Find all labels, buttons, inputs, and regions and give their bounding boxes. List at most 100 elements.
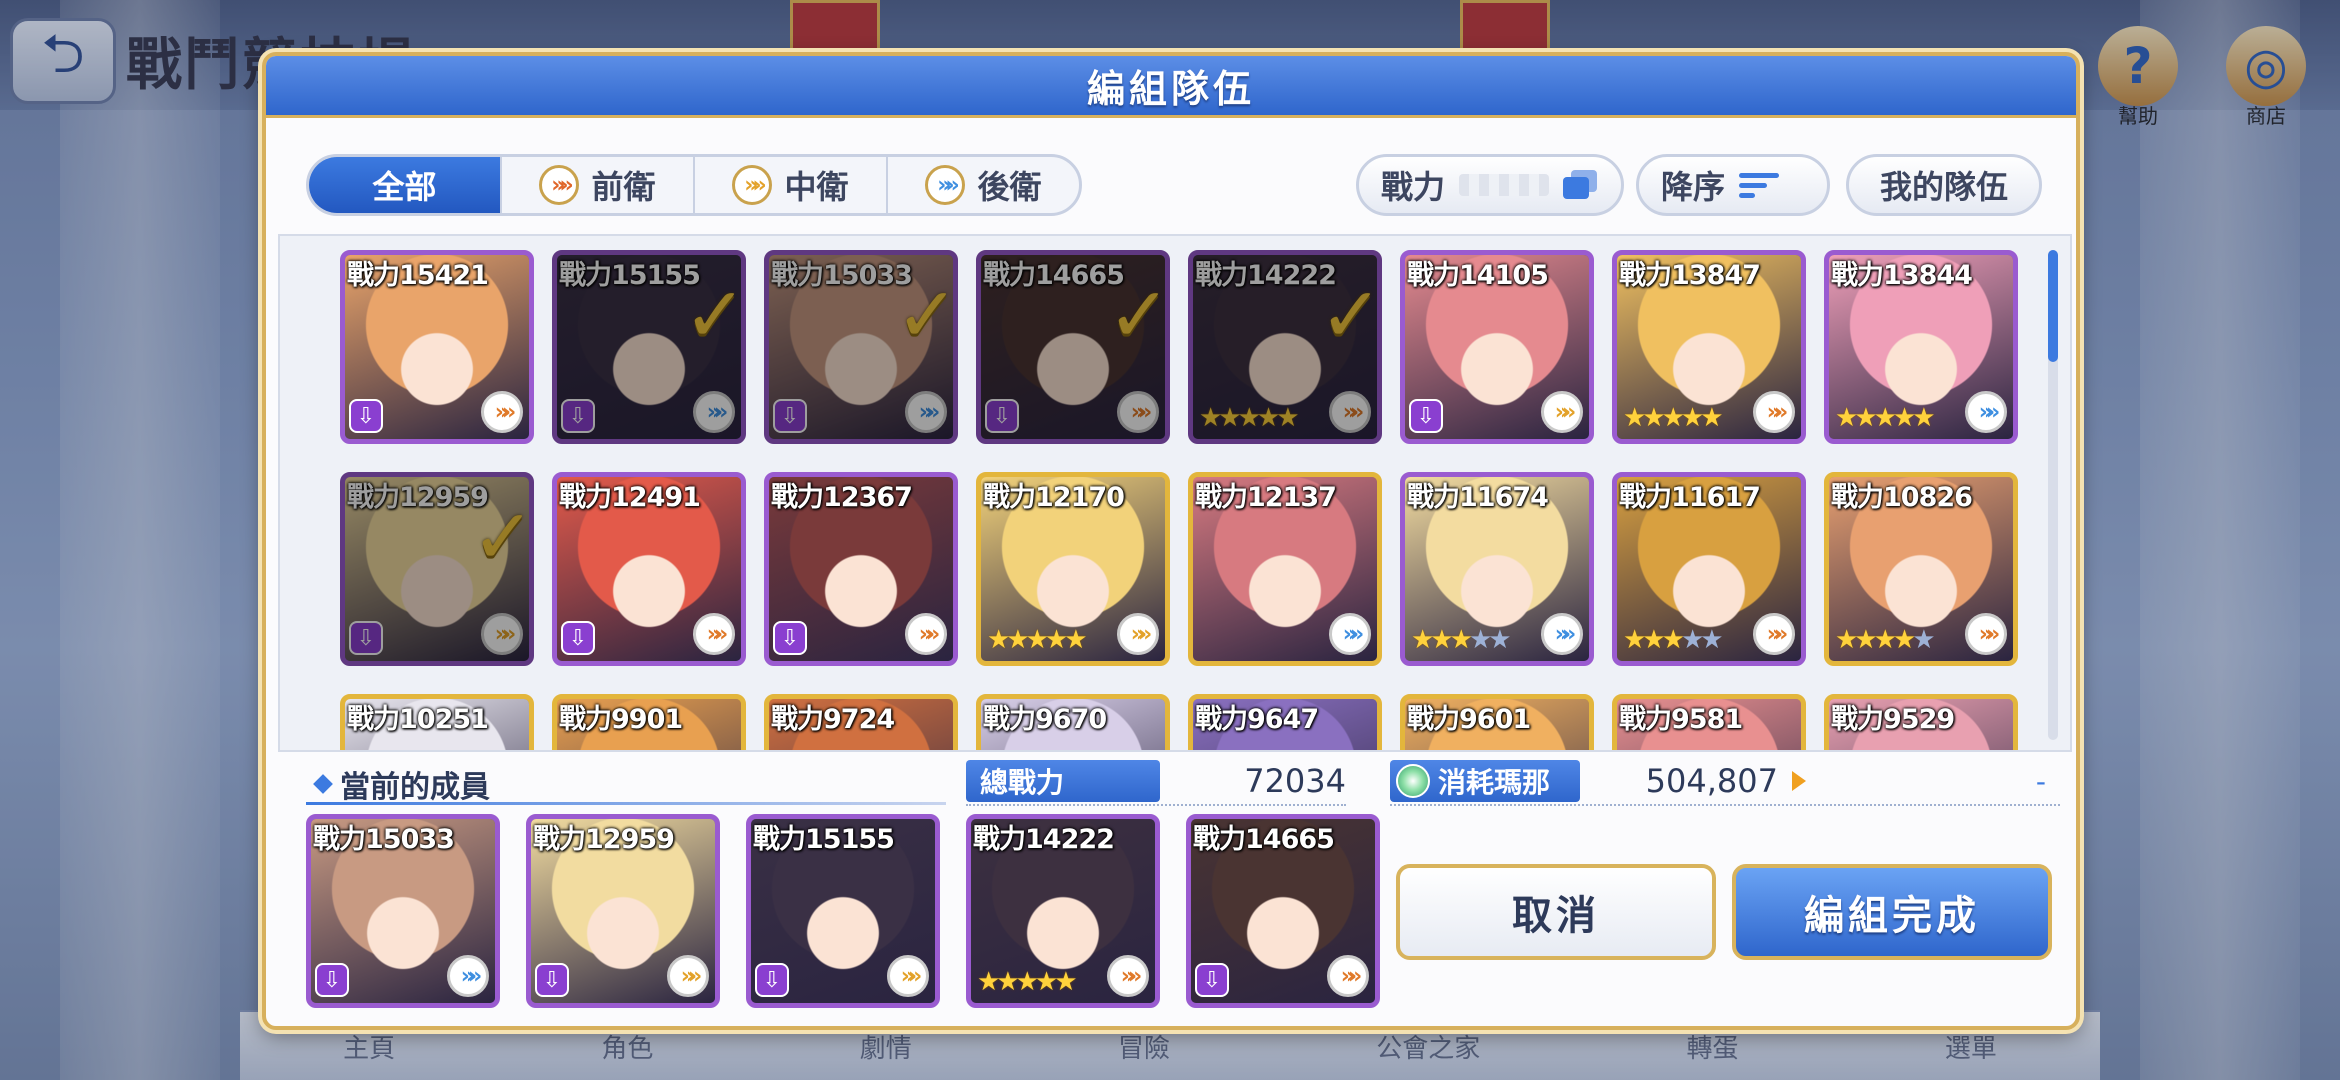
power-label: 戰力10251 xyxy=(347,704,489,735)
power-label: 戰力9581 xyxy=(1619,704,1743,735)
mid-position-icon: »» xyxy=(1117,613,1159,655)
power-label: 戰力9529 xyxy=(1831,704,1955,735)
power-label: 戰力11674 xyxy=(1407,482,1549,513)
power-label: 戰力14105 xyxy=(1407,260,1549,291)
tab-back[interactable]: »» 後衛 xyxy=(888,157,1079,213)
roster-card[interactable]: 戰力15155 ⇩ »» ✓ xyxy=(552,250,746,444)
power-label: 戰力9724 xyxy=(771,704,895,735)
roster-card[interactable]: 戰力9647»» xyxy=(1188,694,1382,750)
member-card[interactable]: 戰力14665 ⇩ »» xyxy=(1186,814,1380,1008)
front-position-icon: »» xyxy=(693,613,735,655)
current-members-heading: 當前的成員 xyxy=(313,762,490,806)
roster-card[interactable]: 戰力9529»» xyxy=(1824,694,2018,750)
tab-front[interactable]: »» 前衛 xyxy=(502,157,695,213)
roster-card[interactable]: 戰力11617 ★★★★★ »» xyxy=(1612,472,1806,666)
checkmark-icon: ✓ xyxy=(683,270,746,359)
power-label: 戰力12959 xyxy=(347,482,489,513)
roster-card[interactable]: 戰力15421 ⇩ »» xyxy=(340,250,534,444)
back-position-icon: »» xyxy=(905,391,947,433)
mana-cost-label: 消耗瑪那 xyxy=(1390,760,1580,802)
roster-card[interactable]: 戰力10251»» xyxy=(340,694,534,750)
front-position-icon: »» xyxy=(1965,613,2007,655)
power-label: 戰力14665 xyxy=(983,260,1125,291)
roster-card[interactable]: 戰力15033 ⇩ »» ✓ xyxy=(764,250,958,444)
roster-card[interactable]: 戰力14105 ⇩ »» xyxy=(1400,250,1594,444)
power-label: 戰力15155 xyxy=(753,824,895,855)
dialog-title: 編組隊伍 xyxy=(1086,67,1255,111)
roster-card[interactable]: 戰力14222 ★★★★★ »» ✓ xyxy=(1188,250,1382,444)
rank-up-icon: ⇩ xyxy=(773,399,807,433)
mana-cost-value-wrap: 504,807 xyxy=(1586,760,1806,802)
roster-card[interactable]: 戰力11674 ★★★★★ »» xyxy=(1400,472,1594,666)
tab-all[interactable]: 全部 xyxy=(309,157,502,213)
roster-card[interactable]: 戰力9581»» xyxy=(1612,694,1806,750)
roster-card[interactable]: 戰力13847 ★★★★★ »» xyxy=(1612,250,1806,444)
star-rating: ★★★★★ xyxy=(1623,625,1724,655)
star-rating: ★★★★★ xyxy=(1411,625,1512,655)
front-position-icon: »» xyxy=(1753,613,1795,655)
sort-by-button[interactable]: 戰力 xyxy=(1356,154,1624,216)
power-label: 戰力12491 xyxy=(559,482,701,513)
checkmark-icon: ✓ xyxy=(1319,270,1382,359)
power-label: 戰力14222 xyxy=(1195,260,1337,291)
power-label: 戰力15155 xyxy=(559,260,701,291)
copy-icon xyxy=(1563,170,1599,200)
mana-cost-value: 504,807 xyxy=(1645,762,1778,800)
diamond-icon xyxy=(313,774,333,794)
back-position-icon: »» xyxy=(1541,613,1583,655)
power-label: 戰力11617 xyxy=(1619,482,1761,513)
sort-by-label: 戰力 xyxy=(1381,168,1446,206)
roster-scroll-thumb[interactable] xyxy=(2048,250,2058,362)
roster-scrollbar[interactable] xyxy=(2048,250,2058,740)
star-rating: ★★★★★ xyxy=(1835,625,1936,655)
team-edit-dialog: 編組隊伍 全部 »» 前衛 »» 中衛 »» 後衛 戰力 降序 我的隊伍 戰力1… xyxy=(262,52,2080,1030)
tab-front-label: 前衛 xyxy=(591,168,656,206)
sort-order-label: 降序 xyxy=(1661,168,1726,206)
roster-card[interactable]: 戰力10826 ★★★★★ »» xyxy=(1824,472,2018,666)
roster-card[interactable]: 戰力9670»» xyxy=(976,694,1170,750)
middle-position-icon: »» xyxy=(732,165,773,205)
roster-card[interactable]: 戰力12491 ⇩ »» xyxy=(552,472,746,666)
power-label: 戰力14222 xyxy=(973,824,1115,855)
sort-by-field xyxy=(1459,174,1549,196)
front-position-icon: »» xyxy=(539,165,580,205)
member-card[interactable]: 戰力15155 ⇩ »» xyxy=(746,814,940,1008)
cancel-button[interactable]: 取消 xyxy=(1396,864,1716,960)
roster-card[interactable]: 戰力13844 ★★★★★ »» xyxy=(1824,250,2018,444)
my-team-button[interactable]: 我的隊伍 xyxy=(1846,154,2042,216)
tab-all-label: 全部 xyxy=(372,168,437,206)
checkmark-icon: ✓ xyxy=(1107,270,1170,359)
my-team-label: 我的隊伍 xyxy=(1879,168,2008,206)
power-label: 戰力13844 xyxy=(1831,260,1973,291)
power-label: 戰力15033 xyxy=(771,260,913,291)
confirm-team-button[interactable]: 編組完成 xyxy=(1732,864,2052,960)
power-label: 戰力9901 xyxy=(559,704,683,735)
tab-middle[interactable]: »» 中衛 xyxy=(695,157,888,213)
dialog-header: 編組隊伍 xyxy=(266,56,2076,118)
rank-up-icon: ⇩ xyxy=(561,399,595,433)
members-divider xyxy=(306,802,946,805)
front-position-icon: »» xyxy=(1753,391,1795,433)
power-label: 戰力12367 xyxy=(771,482,913,513)
rank-up-icon: ⇩ xyxy=(755,963,789,997)
front-position-icon: »» xyxy=(1117,391,1159,433)
mid-position-icon: »» xyxy=(887,955,929,997)
roster-card[interactable]: 戰力12137 »» xyxy=(1188,472,1382,666)
member-card[interactable]: 戰力14222 ★★★★★ »» xyxy=(966,814,1160,1008)
confirm-team-label: 編組完成 xyxy=(1804,893,1980,939)
roster-card[interactable]: 戰力12959 ⇩ »» ✓ xyxy=(340,472,534,666)
roster-card[interactable]: 戰力12170 ★★★★★ »» xyxy=(976,472,1170,666)
roster-card[interactable]: 戰力9901»» xyxy=(552,694,746,750)
roster-card[interactable]: 戰力9724»» xyxy=(764,694,958,750)
power-label: 戰力9601 xyxy=(1407,704,1531,735)
character-roster: 戰力15421 ⇩»» 戰力15155 ⇩»» ✓ 戰力15033 ⇩»» ✓ 戰力14665 ⇩… xyxy=(278,234,2072,752)
roster-card[interactable]: 戰力9601»» xyxy=(1400,694,1594,750)
front-position-icon: »» xyxy=(1329,391,1371,433)
roster-card[interactable]: 戰力12367 ⇩ »» xyxy=(764,472,958,666)
cancel-label: 取消 xyxy=(1512,893,1600,939)
sort-order-button[interactable]: 降序 xyxy=(1636,154,1830,216)
member-card[interactable]: 戰力12959 ⇩ »» xyxy=(526,814,720,1008)
member-card[interactable]: 戰力15033 ⇩ »» xyxy=(306,814,500,1008)
tab-back-label: 後衛 xyxy=(977,168,1042,206)
roster-card[interactable]: 戰力14665 ⇩ »» ✓ xyxy=(976,250,1170,444)
